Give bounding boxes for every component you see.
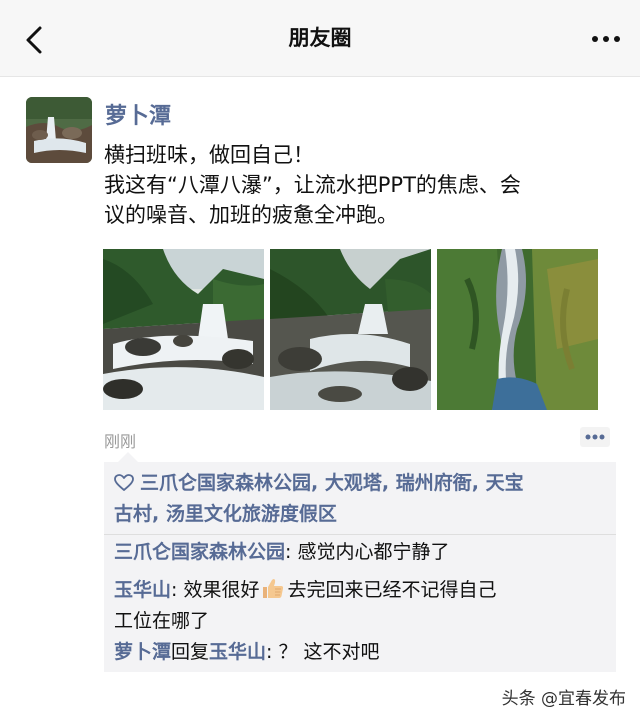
heart-icon (114, 474, 134, 491)
watermark: 头条 @宜春发布 (501, 689, 626, 709)
comment-author[interactable]: 萝卜潭 (114, 641, 171, 663)
thumbs-up-icon (263, 579, 284, 598)
likes-comments-panel: 三爪仑国家森林公园, 大观塔, 瑞州府衙, 天宝 古村, 汤里文化旅游度假区 三… (104, 452, 616, 672)
avatar[interactable] (26, 97, 92, 163)
like-name[interactable]: 大观塔 (325, 472, 382, 494)
reply-word: 回复 (171, 641, 210, 663)
comment-text: 感觉内心都宁静了 (297, 541, 450, 563)
like-name[interactable]: 汤里文化旅游度假区 (166, 503, 337, 525)
like-separator: , (311, 472, 325, 494)
more-horizontal-icon (585, 434, 605, 440)
page-title: 朋友圈 (288, 26, 352, 50)
comment-text: 去完回来已经不记得自己 (287, 579, 497, 601)
waterfall-avatar-image (26, 97, 92, 163)
comment[interactable]: 玉华山: 效果很好 去完回来已经不记得自己 工位在哪了 (114, 575, 497, 637)
comment-author[interactable]: 玉华山 (114, 579, 171, 601)
comment[interactable]: 萝卜潭回复玉华山: ？ 这不对吧 (114, 637, 380, 668)
comment-text: 工位在哪了 (114, 610, 210, 632)
comment-colon: : (285, 541, 298, 563)
post-photo-1[interactable] (103, 249, 264, 410)
more-button[interactable] (586, 24, 626, 54)
comment-text: 效果很好 (183, 579, 260, 601)
post-author-name[interactable]: 萝卜潭 (105, 98, 171, 130)
post-text-line: 横扫班味，做回自己！ (104, 143, 314, 167)
post-action-button[interactable] (580, 427, 610, 447)
like-separator: , (471, 472, 486, 494)
comment-text: ？ 这不对吧 (278, 641, 380, 663)
reply-target[interactable]: 玉华山 (209, 641, 266, 663)
more-horizontal-icon (592, 36, 620, 42)
comment[interactable]: 三爪仑国家森林公园: 感觉内心都宁静了 (114, 537, 449, 568)
like-name[interactable]: 古村 (114, 503, 152, 525)
divider (104, 534, 616, 535)
like-name[interactable]: 天宝 (486, 472, 524, 494)
post-photo-2[interactable] (270, 249, 431, 410)
like-separator: , (381, 472, 396, 494)
like-name[interactable]: 瑞州府衙 (396, 472, 472, 494)
post-text: 横扫班味，做回自己！ 我这有“八潭八瀑”，让流水把PPT的焦虑、会 议的噪音、加… (104, 140, 624, 230)
aerial-waterfall-photo (437, 249, 598, 410)
nav-bar: 朋友圈 (0, 0, 640, 77)
post-text-line: 我这有“八潭八瀑”，让流水把PPT的焦虑、会 (104, 173, 521, 197)
post-text-line: 议的噪音、加班的疲惫全冲跑。 (104, 203, 398, 227)
comment-author[interactable]: 三爪仑国家森林公园 (114, 541, 285, 563)
likes-list: 三爪仑国家森林公园, 大观塔, 瑞州府衙, 天宝 古村, 汤里文化旅游度假区 (114, 468, 610, 530)
waterfall-photo (270, 249, 431, 410)
comment-colon: : (171, 579, 184, 601)
comment-colon: : (266, 641, 279, 663)
post-photo-3[interactable] (437, 249, 598, 410)
waterfall-photo (103, 249, 264, 410)
post-timestamp: 刚刚 (104, 432, 137, 451)
like-separator: , (152, 503, 166, 525)
like-name[interactable]: 三爪仑国家森林公园 (140, 472, 311, 494)
